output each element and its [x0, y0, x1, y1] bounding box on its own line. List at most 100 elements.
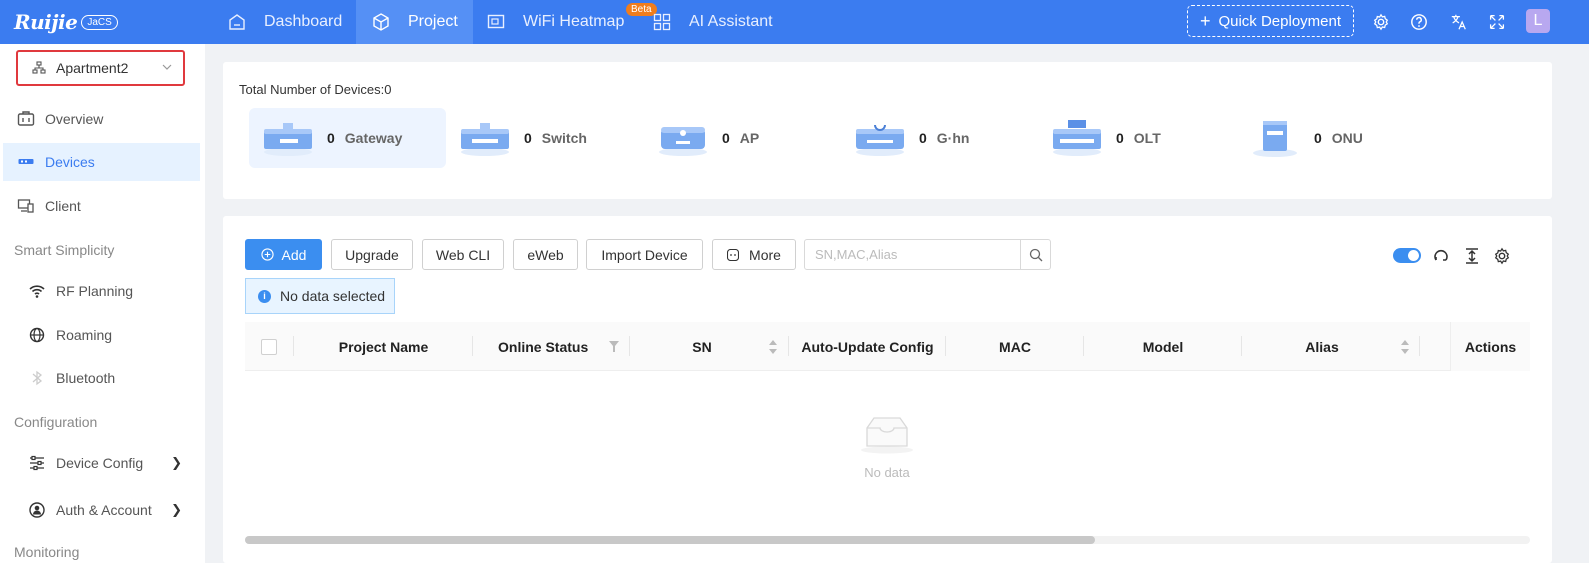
device-summary-card: Total Number of Devices:0 0 Gateway 0 Sw… — [223, 62, 1552, 199]
sidebar-item-devices[interactable]: Devices — [3, 143, 200, 181]
column-online-status[interactable]: Online Status — [474, 322, 608, 371]
ruijie-logo[interactable]: Ruijie JaCS — [14, 8, 118, 36]
empty-state: No data — [839, 414, 935, 480]
device-tile-olt[interactable]: 0 OLT — [1038, 108, 1235, 168]
translate-icon[interactable] — [1448, 11, 1470, 33]
nav-wifi-heatmap[interactable]: WiFi Heatmap — [473, 0, 649, 44]
device-tile-gateway[interactable]: 0 Gateway — [249, 108, 446, 168]
auto-refresh-toggle[interactable] — [1393, 248, 1421, 263]
cube-icon — [373, 13, 389, 31]
nav-project[interactable]: Project — [356, 0, 473, 44]
sidebar-item-roaming-label: Roaming — [56, 327, 113, 343]
sort-icon[interactable] — [768, 339, 778, 355]
column-height-icon[interactable] — [1462, 246, 1482, 266]
sidebar-item-bluetooth[interactable]: Bluetooth — [3, 359, 200, 397]
column-divider — [1241, 336, 1242, 356]
eweb-button[interactable]: eWeb — [513, 239, 578, 270]
horizontal-scrollbar-thumb[interactable] — [245, 536, 1095, 544]
column-divider — [788, 336, 789, 356]
home-icon — [229, 14, 245, 30]
user-avatar[interactable]: L — [1526, 9, 1550, 33]
more-button-label: More — [749, 246, 781, 263]
selection-notice: i No data selected — [245, 278, 395, 314]
switch-label: Switch — [541, 130, 587, 146]
onu-device-icon — [1253, 121, 1297, 157]
devices-icon — [17, 153, 35, 171]
column-sn[interactable]: SN — [631, 322, 773, 371]
nav-wifi-heatmap-label: WiFi Heatmap — [523, 13, 625, 30]
sidebar-item-bluetooth-label: Bluetooth — [56, 370, 116, 386]
device-tile-onu[interactable]: 0 ONU — [1236, 108, 1433, 168]
column-alias[interactable]: Alias — [1243, 322, 1401, 371]
refresh-icon[interactable] — [1431, 246, 1451, 266]
switch-device-icon — [461, 123, 509, 156]
select-all-checkbox[interactable] — [261, 339, 277, 355]
olt-label: OLT — [1133, 130, 1161, 146]
grid-icon — [653, 13, 671, 31]
ghn-label: G·hn — [936, 130, 970, 146]
device-tile-ghn[interactable]: 0 G·hn — [841, 108, 1038, 168]
device-tile-ap[interactable]: 0 AP — [644, 108, 841, 168]
chevron-right-icon: ❯ — [171, 455, 182, 470]
search-icon — [1029, 248, 1042, 261]
column-project-name[interactable]: Project Name — [295, 322, 472, 371]
settings-gear-icon[interactable] — [1370, 11, 1392, 33]
project-tree-icon — [32, 61, 46, 74]
chevron-down-icon — [162, 64, 172, 70]
search-button[interactable] — [1020, 240, 1050, 269]
horizontal-scrollbar[interactable] — [245, 536, 1530, 544]
plus-icon: + — [1199, 11, 1211, 31]
filter-icon[interactable] — [609, 338, 619, 354]
sidebar-item-rf-planning[interactable]: RF Planning — [3, 272, 200, 310]
device-tile-switch[interactable]: 0 Switch — [446, 108, 643, 168]
total-devices-label: Total Number of Devices:0 — [239, 82, 392, 97]
sidebar-item-overview[interactable]: Overview — [3, 100, 200, 138]
olt-device-icon — [1053, 120, 1101, 156]
project-select[interactable]: Apartment2 — [16, 50, 185, 86]
column-actions[interactable]: Actions — [1450, 322, 1530, 371]
ap-label: AP — [739, 130, 760, 146]
column-settings-icon[interactable] — [1492, 246, 1512, 266]
column-auto-update-config[interactable]: Auto-Update Config — [790, 322, 945, 371]
sidebar-item-device-config-label: Device Config — [56, 455, 144, 471]
column-divider — [629, 336, 630, 356]
sidebar-item-roaming[interactable]: Roaming — [3, 316, 200, 354]
nav-dashboard-label: Dashboard — [264, 13, 343, 30]
group-configuration: Configuration — [14, 414, 98, 430]
sidebar-item-auth-account[interactable]: Auth & Account ❯ — [3, 491, 200, 529]
sidebar-item-client-label: Client — [45, 198, 81, 214]
sidebar-item-device-config[interactable]: Device Config ❯ — [3, 444, 200, 482]
chevron-right-icon: ❯ — [171, 502, 182, 517]
web-cli-button[interactable]: Web CLI — [422, 239, 504, 270]
fullscreen-icon[interactable] — [1486, 11, 1508, 33]
search-input[interactable] — [805, 240, 1020, 269]
selection-notice-text: No data selected — [280, 288, 386, 304]
ghn-count: 0 — [919, 130, 927, 146]
column-divider — [1083, 336, 1084, 356]
empty-inbox-icon — [861, 417, 913, 454]
nav-ai-assistant[interactable]: AI Assistant — [649, 0, 789, 44]
upgrade-button[interactable]: Upgrade — [331, 239, 413, 270]
info-icon: i — [258, 289, 271, 303]
more-button[interactable]: More — [712, 239, 796, 270]
column-model[interactable]: Model — [1085, 322, 1241, 371]
table-header: Project Name Online Status SN Auto-Updat… — [245, 322, 1530, 371]
column-mac[interactable]: MAC — [947, 322, 1083, 371]
logo-text: Ruijie — [14, 10, 78, 34]
add-button[interactable]: Add — [245, 239, 322, 270]
more-dots-icon — [727, 248, 740, 261]
overview-icon — [17, 110, 35, 128]
switch-count: 0 — [524, 130, 532, 146]
project-select-value: Apartment2 — [56, 60, 129, 76]
quick-deployment-button[interactable]: + Quick Deployment — [1187, 5, 1354, 37]
top-bar: Ruijie JaCS Dashboard Project WiFi Heatm… — [0, 0, 1589, 44]
wifi-icon — [28, 282, 46, 300]
nav-dashboard[interactable]: Dashboard — [212, 0, 356, 44]
empty-state-text: No data — [864, 465, 910, 480]
sort-icon[interactable] — [1400, 339, 1410, 355]
help-icon[interactable] — [1408, 11, 1430, 33]
import-device-button[interactable]: Import Device — [586, 239, 703, 270]
sidebar-item-client[interactable]: Client — [3, 187, 200, 225]
sliders-icon — [28, 454, 46, 472]
user-icon — [28, 501, 46, 519]
